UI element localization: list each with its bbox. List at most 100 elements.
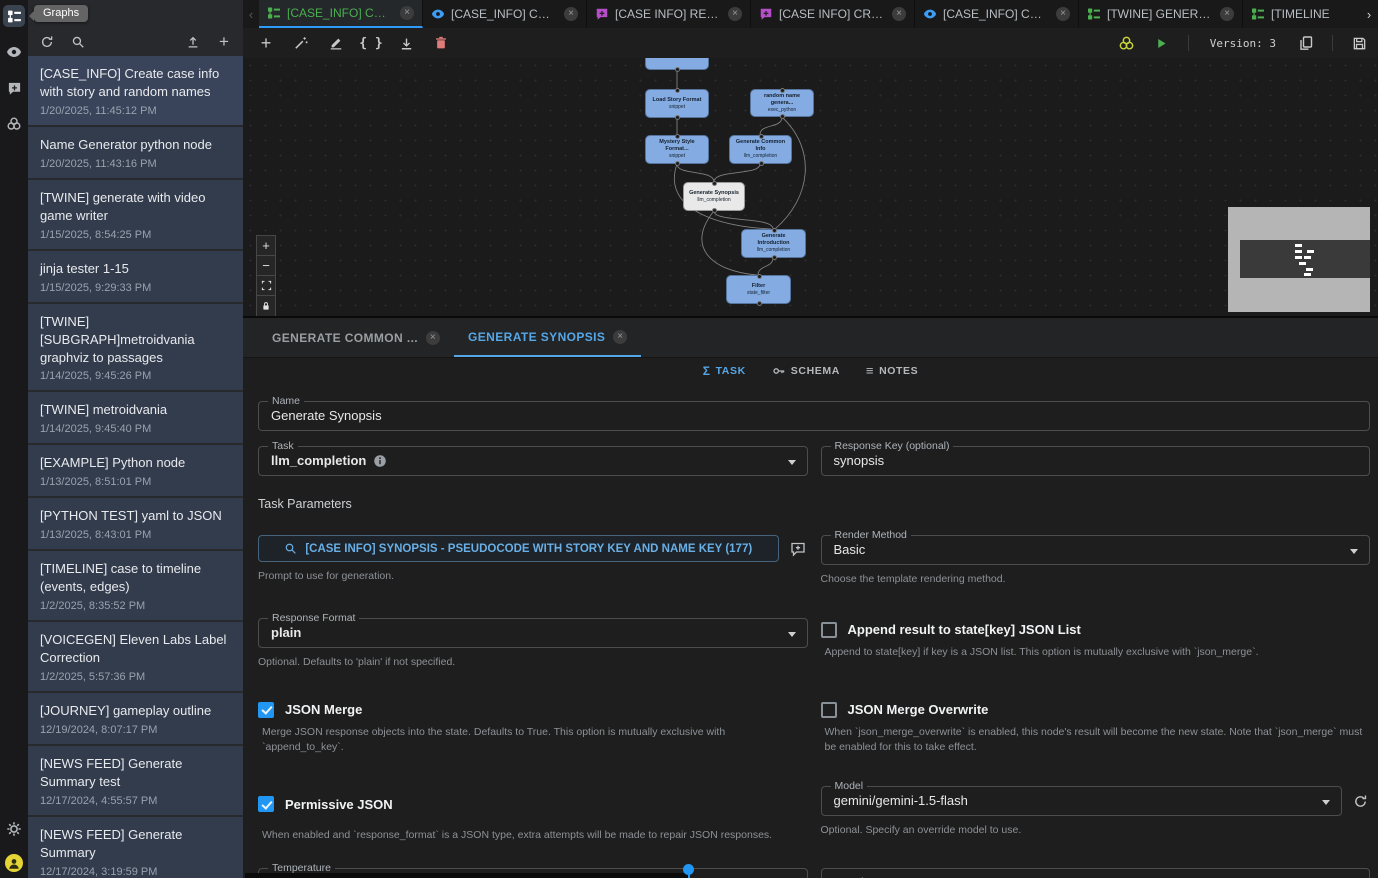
name-field[interactable]: Name Generate Synopsis	[258, 401, 1370, 431]
list-item[interactable]: [PYTHON TEST] yaml to JSON 1/13/2025, 8:…	[28, 498, 243, 549]
tab-notes[interactable]: ≡ NOTES	[866, 363, 918, 378]
tab-timeline[interactable]: [TIMELINE	[1243, 0, 1360, 28]
list-item[interactable]: jinja tester 1-15 1/15/2025, 9:29:33 PM	[28, 251, 243, 302]
json-view-button[interactable]: { }	[362, 34, 380, 52]
node-random-name-generator[interactable]: random name genera... exec_python	[750, 89, 814, 117]
node-generate-introduction[interactable]: Generate Introduction llm_completion	[741, 229, 806, 258]
comment-plus-icon	[7, 81, 22, 96]
json-merge-overwrite-checkbox[interactable]	[821, 702, 837, 718]
zoom-in-button[interactable]: +	[257, 236, 275, 256]
close-tab-icon[interactable]: ×	[728, 7, 742, 21]
delete-graph-button[interactable]	[432, 34, 450, 52]
graph-timestamp: 1/2/2025, 5:57:36 PM	[40, 671, 231, 683]
append-to-key-helper: Append to state[key] if key is a JSON li…	[825, 645, 1371, 661]
seed-field[interactable]: Seed	[821, 868, 1371, 878]
list-item[interactable]: [JOURNEY] gameplay outline 12/19/2024, 8…	[28, 693, 243, 744]
chain-run-button[interactable]	[1118, 34, 1136, 52]
eye-nav-button[interactable]	[3, 41, 25, 63]
close-tab-icon[interactable]: ×	[1056, 7, 1070, 21]
lock-button[interactable]	[257, 296, 275, 316]
tab-case-info-create-view[interactable]: [CASE_INFO] CRE... ×	[423, 0, 587, 28]
new-graph-button[interactable]: +	[215, 33, 233, 51]
horizontal-scrollbar[interactable]	[245, 873, 690, 878]
chains-nav-button[interactable]	[3, 113, 25, 135]
new-prompt-button[interactable]	[788, 539, 808, 559]
rings-icon	[6, 116, 22, 132]
tab-case-info-create-prompt[interactable]: [CASE INFO] CRE... ×	[751, 0, 915, 28]
graph-title: [NEWS FEED] Generate Summary test	[40, 755, 231, 791]
tab-case-info-create-view-2[interactable]: [CASE_INFO] CRE... ×	[915, 0, 1079, 28]
append-to-key-checkbox[interactable]	[821, 622, 837, 638]
minimap-viewport	[1240, 240, 1370, 278]
task-select[interactable]: Task llm_completion	[258, 446, 808, 476]
knot-icon	[1118, 35, 1135, 52]
tab-twine-generate[interactable]: [TWINE] GENERAT... ×	[1079, 0, 1243, 28]
list-item[interactable]: [TWINE] generate with video game writer …	[28, 180, 243, 249]
import-graph-button[interactable]	[184, 33, 202, 51]
graph-timestamp: 1/20/2025, 11:45:12 PM	[40, 105, 231, 117]
prompts-nav-button[interactable]	[3, 77, 25, 99]
minimap[interactable]	[1228, 207, 1370, 312]
gear-icon	[6, 821, 22, 837]
list-item[interactable]: Name Generator python node 1/20/2025, 11…	[28, 127, 243, 178]
node-load-story-format[interactable]: Load Story Format snippet	[645, 89, 709, 118]
zoom-out-button[interactable]: −	[257, 256, 275, 276]
list-item[interactable]: [NEWS FEED] Generate Summary test 12/17/…	[28, 746, 243, 815]
tab-task[interactable]: Σ TASK	[703, 364, 746, 378]
add-node-button[interactable]: +	[257, 34, 275, 52]
model-select[interactable]: Model gemini/gemini-1.5-flash	[821, 786, 1343, 816]
fit-view-button[interactable]	[257, 276, 275, 296]
node-tab-generate-synopsis[interactable]: GENERATE SYNOPSIS ×	[454, 318, 641, 357]
graph-canvas[interactable]: state_rekey Load Story Format snippet ra…	[243, 58, 1378, 318]
edit-button[interactable]	[327, 34, 345, 52]
settings-button[interactable]	[3, 818, 25, 840]
tab-case-info-create-graph[interactable]: [CASE_INFO] CRE... ×	[259, 0, 423, 28]
close-tab-icon[interactable]: ×	[1220, 7, 1234, 21]
render-method-select[interactable]: Render Method Basic	[821, 535, 1371, 565]
panel-resize-handle[interactable]	[683, 864, 694, 875]
info-icon[interactable]	[373, 454, 387, 468]
node-filter[interactable]: Filter state_filter	[726, 275, 791, 304]
list-item[interactable]: [NEWS FEED] Generate Summary 12/17/2024,…	[28, 817, 243, 878]
list-item[interactable]: [TWINE] metroidvania 1/14/2025, 9:45:40 …	[28, 392, 243, 443]
run-graph-button[interactable]	[1153, 34, 1171, 52]
tab-label: [CASE_INFO] CRE...	[287, 6, 394, 20]
tab-schema[interactable]: SCHEMA	[772, 364, 840, 378]
refresh-models-button[interactable]	[1350, 791, 1370, 811]
list-item[interactable]: [EXAMPLE] Python node 1/13/2025, 8:51:01…	[28, 445, 243, 496]
list-item[interactable]: [TWINE][SUBGRAPH]metroidvania graphviz t…	[28, 304, 243, 391]
list-item[interactable]: [TIMELINE] case to timeline (events, edg…	[28, 551, 243, 620]
left-icon-rail	[0, 0, 28, 878]
close-tab-icon[interactable]: ×	[564, 7, 578, 21]
search-button[interactable]	[69, 33, 87, 51]
node-task: snippet	[669, 153, 685, 160]
close-node-tab-icon[interactable]: ×	[613, 330, 627, 344]
response-key-field[interactable]: Response Key (optional) synopsis	[821, 446, 1371, 476]
permissive-json-checkbox[interactable]	[258, 796, 274, 812]
list-item[interactable]: [CASE_INFO] Create case info with story …	[28, 56, 243, 125]
list-item[interactable]: [VOICEGEN] Eleven Labs Label Correction …	[28, 622, 243, 691]
close-tab-icon[interactable]: ×	[400, 6, 414, 20]
node-generate-common-info[interactable]: Generate Common Info llm_completion	[729, 135, 792, 164]
node-tab-generate-common[interactable]: GENERATE COMMON ... ×	[258, 318, 454, 357]
tab-case-info-review[interactable]: [CASE INFO] REVI... ×	[587, 0, 751, 28]
response-key-label: Response Key (optional)	[831, 440, 954, 453]
tabs-scroll-right[interactable]: ›	[1360, 0, 1378, 28]
prompt-select[interactable]: [CASE INFO] SYNOPSIS - PSEUDOCODE WITH S…	[258, 535, 779, 562]
json-merge-checkbox[interactable]	[258, 702, 274, 718]
node-state-rekey[interactable]: state_rekey	[645, 58, 709, 70]
auto-layout-button[interactable]	[292, 34, 310, 52]
tabs-scroll-left[interactable]: ‹	[243, 0, 259, 28]
refresh-button[interactable]	[38, 33, 56, 51]
user-avatar[interactable]	[5, 854, 23, 872]
duplicate-version-button[interactable]	[1297, 34, 1315, 52]
response-format-select[interactable]: Response Format plain	[258, 618, 808, 648]
save-button[interactable]	[1350, 34, 1368, 52]
close-tab-icon[interactable]: ×	[892, 7, 906, 21]
node-mystery-style-format[interactable]: Mystery Style Format... snippet	[645, 135, 709, 164]
node-generate-synopsis[interactable]: Generate Synopsis llm_completion	[683, 182, 745, 211]
graphs-nav-button[interactable]	[3, 5, 25, 27]
chevron-down-icon	[788, 632, 796, 637]
export-button[interactable]	[397, 34, 415, 52]
close-node-tab-icon[interactable]: ×	[426, 331, 440, 345]
